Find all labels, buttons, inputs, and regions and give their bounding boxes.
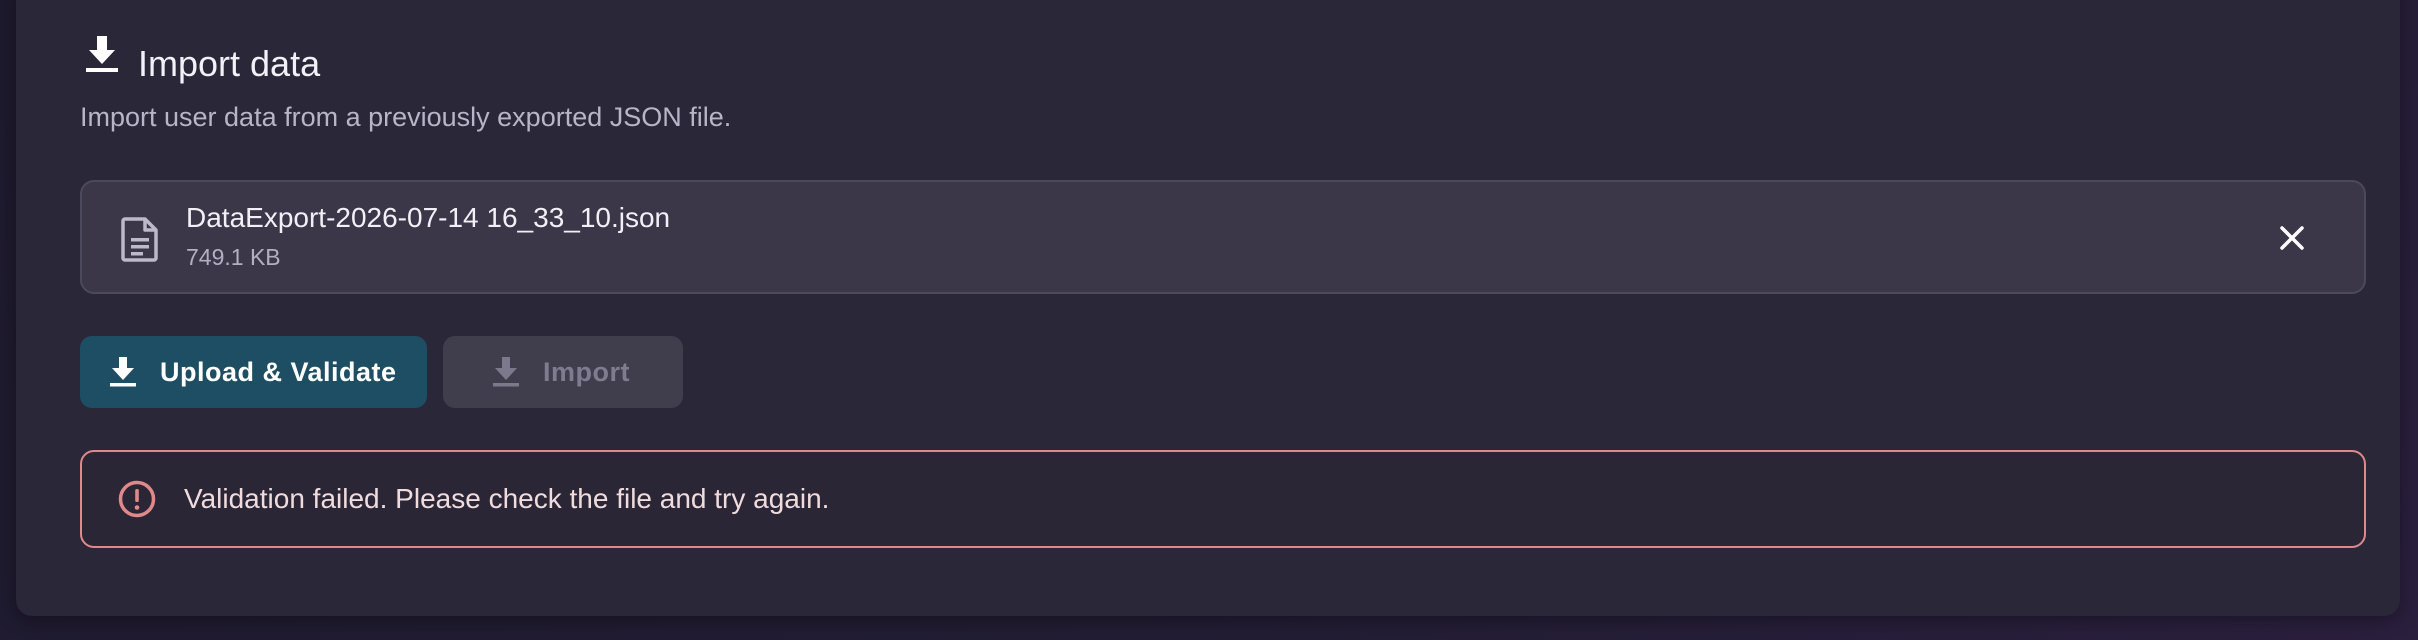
error-icon	[116, 478, 158, 520]
download-icon	[491, 355, 521, 389]
upload-validate-label: Upload & Validate	[160, 356, 397, 387]
file-size: 749.1 KB	[186, 244, 281, 270]
section-title: Import data	[138, 43, 321, 84]
upload-validate-button[interactable]: Upload & Validate	[80, 336, 427, 408]
download-icon	[80, 32, 124, 76]
section-header: Import data	[80, 32, 320, 84]
document-icon	[118, 216, 162, 262]
remove-file-button[interactable]	[2264, 210, 2320, 266]
import-data-card: Import data Import user data from a prev…	[16, 0, 2400, 616]
import-label: Import	[543, 356, 630, 387]
import-button[interactable]: Import	[443, 336, 683, 408]
file-name: DataExport-2026-07-14 16_33_10.json	[186, 202, 671, 233]
selected-file: DataExport-2026-07-14 16_33_10.json 749.…	[80, 180, 2366, 294]
alert-message: Validation failed. Please check the file…	[184, 483, 830, 514]
close-icon	[2280, 226, 2304, 250]
section-description: Import user data from a previously expor…	[80, 102, 732, 132]
validation-error-alert: Validation failed. Please check the file…	[80, 450, 2366, 548]
download-icon	[108, 355, 138, 389]
